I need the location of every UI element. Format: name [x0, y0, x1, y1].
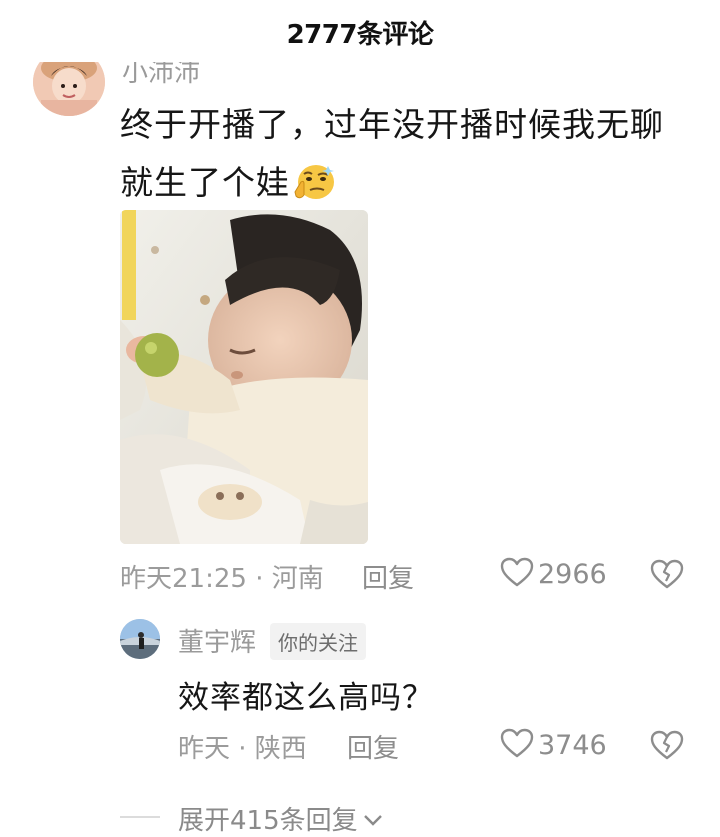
reply-dislike-button[interactable] — [650, 730, 684, 764]
comment-photo[interactable] — [120, 210, 368, 544]
comment-timestamp-location: 昨天21:25 · 河南 — [120, 564, 324, 594]
reply-like-button[interactable]: 3746 — [500, 728, 607, 762]
reply-author-name[interactable]: 董宇辉 — [178, 622, 256, 659]
reply-reply-button[interactable]: 回复 — [347, 728, 399, 765]
expand-replies-button[interactable]: 展开415条回复 — [178, 800, 384, 837]
following-badge: 你的关注 — [270, 623, 366, 660]
expand-divider — [120, 816, 160, 818]
reply-timestamp-location: 昨天 · 陕西 — [178, 734, 307, 764]
broken-heart-icon — [650, 730, 684, 764]
reply-button[interactable]: 回复 — [362, 558, 414, 595]
like-button[interactable]: 2966 — [500, 557, 607, 591]
comment-count-title: 2777条评论 — [286, 20, 434, 50]
reply-text: 效率都这么高吗？ — [178, 680, 434, 716]
dislike-button[interactable] — [650, 559, 684, 593]
expand-replies-label: 展开415条回复 — [178, 806, 358, 836]
heart-icon — [500, 728, 534, 762]
like-count: 2966 — [538, 558, 607, 590]
heart-icon — [500, 557, 534, 591]
chevron-down-icon — [362, 804, 384, 834]
reply-avatar[interactable] — [120, 619, 160, 659]
reply-like-count: 3746 — [538, 729, 607, 761]
comment-text: 终于开播了，过年没开播时候我无聊就生了个娃 — [120, 96, 690, 220]
comment-text-content: 终于开播了，过年没开播时候我无聊就生了个娃 — [120, 105, 664, 202]
broken-heart-icon — [650, 559, 684, 593]
comments-header: 2777条评论 — [0, 0, 720, 62]
